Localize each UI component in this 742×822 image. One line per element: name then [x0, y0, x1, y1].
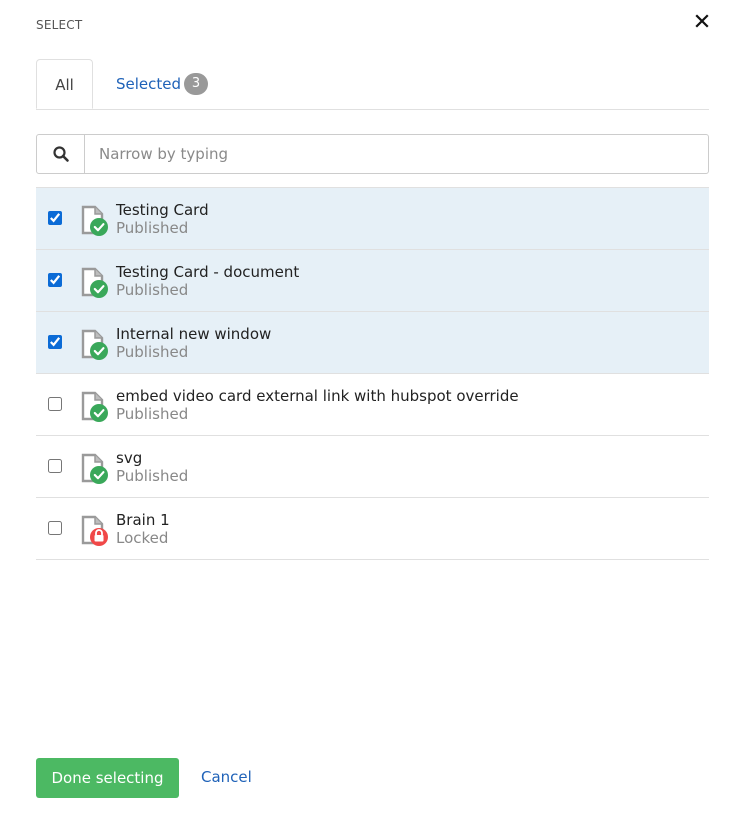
document-published-icon — [81, 267, 108, 298]
document-published-icon — [81, 329, 108, 360]
document-published-icon — [81, 453, 108, 484]
item-status: Locked — [116, 529, 169, 547]
document-published-icon — [81, 205, 108, 236]
item-status: Published — [116, 219, 189, 237]
document-published-icon — [81, 391, 108, 422]
item-status: Published — [116, 343, 189, 361]
item-name: svg — [116, 449, 143, 467]
item-name: Internal new window — [116, 325, 272, 343]
tab-selected-label: Selected — [116, 75, 182, 93]
item-status: Published — [116, 281, 189, 299]
done-selecting-button[interactable]: Done selecting — [36, 758, 179, 798]
item-checkbox[interactable] — [48, 521, 62, 535]
list-item[interactable]: Internal new window Published — [36, 312, 709, 374]
close-button[interactable] — [692, 11, 712, 31]
list-item[interactable]: svg Published — [36, 436, 709, 498]
item-status: Published — [116, 467, 189, 485]
item-name: Testing Card — [116, 201, 209, 219]
tab-selected[interactable]: Selected 3 — [116, 72, 209, 96]
tab-all[interactable]: All — [36, 59, 93, 109]
close-icon — [695, 14, 709, 28]
search-button[interactable] — [37, 135, 85, 173]
item-checkbox[interactable] — [48, 459, 62, 473]
item-checkbox[interactable] — [48, 273, 62, 287]
search-icon — [52, 146, 69, 162]
item-checkbox[interactable] — [48, 335, 62, 349]
list-item[interactable]: Testing Card - document Published — [36, 250, 709, 312]
list-item[interactable]: Testing Card Published — [36, 188, 709, 250]
item-list: Testing Card Published Testing Card - do… — [36, 187, 709, 560]
item-name: Testing Card - document — [116, 263, 300, 281]
list-item[interactable]: embed video card external link with hubs… — [36, 374, 709, 436]
item-name: Brain 1 — [116, 511, 170, 529]
item-status: Published — [116, 405, 189, 423]
search-input[interactable] — [85, 135, 708, 173]
dialog-title: SELECT — [36, 18, 83, 32]
item-checkbox[interactable] — [48, 211, 62, 225]
cancel-link[interactable]: Cancel — [201, 768, 252, 786]
document-locked-icon — [81, 515, 108, 546]
selected-count-badge: 3 — [184, 73, 209, 95]
search-box — [36, 134, 709, 174]
item-checkbox[interactable] — [48, 397, 62, 411]
list-item[interactable]: Brain 1 Locked — [36, 498, 709, 560]
tab-bar: All Selected 3 — [36, 59, 709, 110]
item-name: embed video card external link with hubs… — [116, 387, 519, 405]
